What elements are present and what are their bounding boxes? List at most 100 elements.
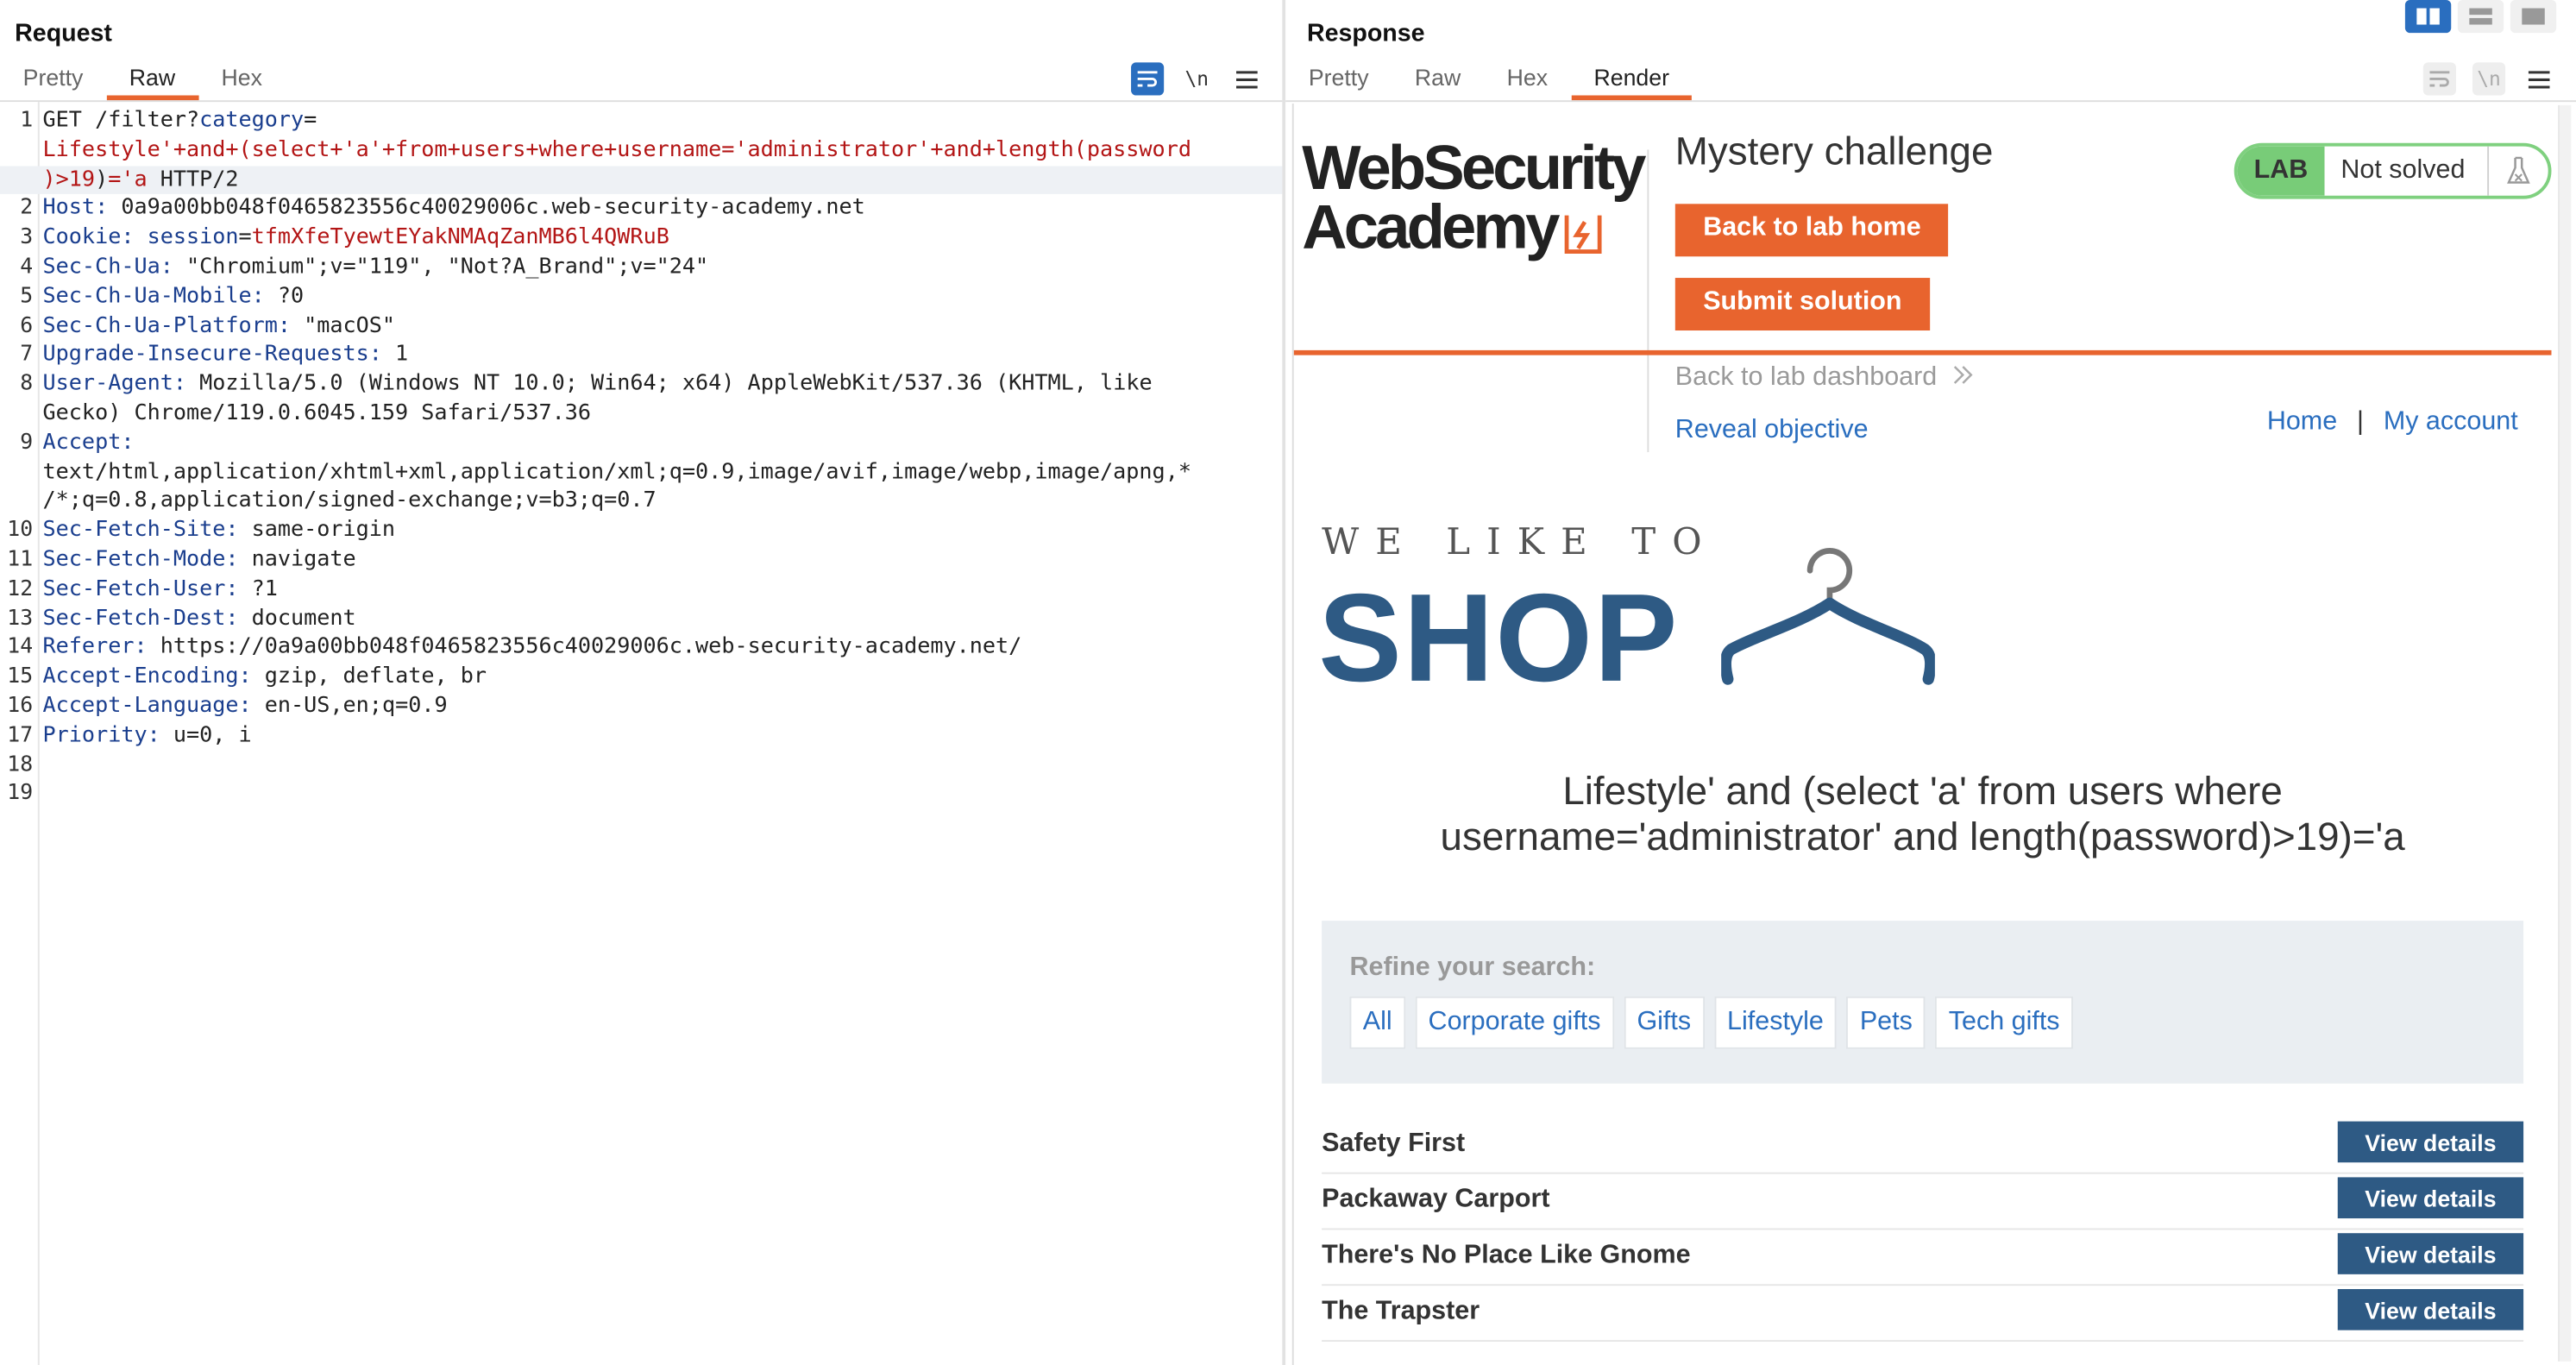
code-line[interactable]: 1 GET /filter?category=: [0, 107, 1282, 136]
view-details-button[interactable]: View details: [2337, 1288, 2524, 1330]
response-tab-render[interactable]: Render: [1570, 61, 1693, 101]
code-line[interactable]: 3 Cookie: session=tfmXfeTyewtEYakNMAqZanM…: [0, 224, 1282, 254]
line-number: 13: [7, 606, 34, 631]
double-chevron-right-icon: [1951, 363, 1974, 391]
code-token: category: [199, 108, 305, 134]
code-token: "macOS": [291, 313, 396, 338]
code-text: GET /filter?category=: [43, 107, 317, 136]
code-line[interactable]: 5 Sec-Ch-Ua-Mobile: ?0: [0, 282, 1282, 311]
code-text: Cookie: session=tfmXfeTyewtEYakNMAqZanMB…: [43, 224, 669, 254]
filter-pets[interactable]: Pets: [1846, 996, 1926, 1049]
filter-tech-gifts[interactable]: Tech gifts: [1935, 996, 2073, 1049]
code-line[interactable]: 4 Sec-Ch-Ua: "Chromium";v="119", "Not?A_B…: [0, 253, 1282, 282]
reveal-objective-link[interactable]: Reveal objective: [1675, 416, 1869, 445]
code-token: en-US,en;q=0.9: [251, 694, 448, 719]
code-line[interactable]: 10 Sec-Fetch-Site: same-origin: [0, 517, 1282, 546]
code-text: Host: 0a9a00bb048f0465823556c40029006c.w…: [43, 195, 865, 224]
back-to-dashboard-link[interactable]: Back to lab dashboard: [1675, 363, 1974, 393]
side-by-side-layout-icon[interactable]: [2404, 0, 2452, 34]
request-tab-hex[interactable]: Hex: [198, 61, 286, 101]
show-newlines-icon[interactable]: \n: [2472, 62, 2506, 96]
code-line[interactable]: 6 Sec-Ch-Ua-Platform: "macOS": [0, 311, 1282, 341]
single-layout-icon[interactable]: [2510, 0, 2557, 34]
nav-my-account-link[interactable]: My account: [2384, 408, 2518, 437]
view-details-button[interactable]: View details: [2337, 1233, 2524, 1274]
code-text: Sec-Fetch-Dest: document: [43, 604, 356, 633]
filter-all[interactable]: All: [1349, 996, 1405, 1049]
logo-line1: WebSecurity: [1302, 135, 1646, 204]
code-line[interactable]: 16 Accept-Language: en-US,en;q=0.9: [0, 692, 1282, 721]
code-token: Sec-Ch-Ua-Mobile:: [42, 284, 265, 309]
code-line[interactable]: 11 Sec-Fetch-Mode: navigate: [0, 546, 1282, 576]
code-line[interactable]: 12 Sec-Fetch-User: ?1: [0, 576, 1282, 605]
show-newlines-icon[interactable]: \n: [1180, 62, 1213, 95]
code-text: Sec-Fetch-Site: same-origin: [43, 517, 396, 546]
filter-gifts[interactable]: Gifts: [1624, 996, 1705, 1049]
wrap-lines-icon[interactable]: [2422, 62, 2456, 96]
code-line[interactable]: text/html,application/xhtml+xml,applicat…: [0, 458, 1282, 488]
code-token: navigate: [238, 547, 356, 573]
code-line[interactable]: 17 Priority: u=0, i: [0, 721, 1282, 751]
response-panel: Response Pretty Raw Hex Render \n WebSec…: [1285, 0, 2576, 1365]
request-tabs: Pretty Raw Hex: [0, 61, 1282, 101]
view-details-button[interactable]: View details: [2337, 1121, 2524, 1163]
response-tab-pretty[interactable]: Pretty: [1285, 61, 1392, 101]
code-token: Sec-Ch-Ua-Platform:: [42, 313, 292, 338]
code-token: Referer:: [42, 635, 148, 660]
code-line[interactable]: /*;q=0.8,application/signed-exchange;v=b…: [0, 488, 1282, 517]
code-token: https://0a9a00bb048f0465823556c40029006c…: [147, 635, 1022, 660]
request-tab-raw[interactable]: Raw: [106, 61, 198, 101]
request-panel: Request Pretty Raw Hex \n 1 GET /filter?c…: [0, 0, 1283, 1365]
stacked-layout-icon[interactable]: [2457, 0, 2504, 34]
code-line[interactable]: Gecko) Chrome/119.0.6045.159 Safari/537.…: [0, 399, 1282, 429]
line-number: 5: [20, 284, 34, 309]
brand-tagline: WE LIKE TO: [1322, 522, 1718, 564]
lab-label: LAB: [2237, 146, 2325, 196]
code-text: Sec-Ch-Ua-Mobile: ?0: [43, 282, 305, 311]
code-line[interactable]: 18: [0, 751, 1282, 780]
code-line[interactable]: 14 Referer: https://0a9a00bb048f046582355…: [0, 633, 1282, 663]
line-number: 19: [7, 781, 34, 807]
line-number: 9: [20, 430, 34, 456]
wrap-lines-icon[interactable]: [1131, 62, 1165, 96]
code-line[interactable]: 9 Accept:: [0, 429, 1282, 458]
refine-search-label: Refine your search:: [1349, 953, 1596, 982]
back-to-lab-home-button[interactable]: Back to lab home: [1674, 204, 1950, 257]
header-vertical-divider: [1647, 149, 1649, 453]
menu-icon[interactable]: [2522, 62, 2554, 95]
filter-lifestyle[interactable]: Lifestyle: [1713, 996, 1838, 1049]
code-line[interactable]: 2 Host: 0a9a00bb048f0465823556c40029006c.…: [0, 195, 1282, 224]
code-line[interactable]: 19: [0, 780, 1282, 809]
product-name: There's No Place Like Gnome: [1322, 1241, 1691, 1270]
line-number: 2: [20, 196, 34, 222]
code-text: Upgrade-Insecure-Requests: 1: [43, 341, 409, 370]
code-token: gzip, deflate, br: [251, 664, 487, 689]
request-editor[interactable]: 1 GET /filter?category= Lifestyle'+and+(se…: [0, 102, 1283, 1365]
view-details-button[interactable]: View details: [2337, 1177, 2524, 1219]
line-number: 15: [7, 664, 34, 689]
code-line[interactable]: 15 Accept-Encoding: gzip, deflate, br: [0, 663, 1282, 692]
web-security-academy-logo[interactable]: WebSecurity Academy: [1302, 135, 1646, 260]
code-line[interactable]: Lifestyle'+and+(select+'a'+from+users+wh…: [0, 136, 1282, 166]
code-token: ): [95, 167, 109, 192]
code-token: Sec-Ch-Ua:: [42, 255, 173, 280]
code-line[interactable]: 8 User-Agent: Mozilla/5.0 (Windows NT 10.…: [0, 370, 1282, 399]
submit-solution-button[interactable]: Submit solution: [1674, 278, 1930, 331]
render-scrollbar[interactable]: [2558, 104, 2572, 1362]
top-nav: Home | My account: [2267, 408, 2518, 437]
filter-corporate-gifts[interactable]: Corporate gifts: [1415, 996, 1614, 1049]
request-tab-pretty[interactable]: Pretty: [0, 61, 106, 101]
product-row: Safety First View details: [1322, 1118, 2524, 1174]
code-token: HTTP/2: [147, 167, 239, 192]
response-tab-hex[interactable]: Hex: [1484, 61, 1571, 101]
code-line[interactable]: )>19)='a HTTP/2: [0, 165, 1283, 195]
code-token: Sec-Fetch-Dest:: [42, 606, 239, 631]
code-token: Sec-Fetch-Mode:: [42, 547, 239, 573]
code-line[interactable]: 7 Upgrade-Insecure-Requests: 1: [0, 341, 1282, 370]
nav-home-link[interactable]: Home: [2267, 408, 2337, 437]
lightning-logo-icon: [1564, 215, 1602, 254]
menu-icon[interactable]: [1229, 62, 1262, 95]
response-tab-raw[interactable]: Raw: [1392, 61, 1484, 101]
line-number: 8: [20, 372, 34, 397]
code-line[interactable]: 13 Sec-Fetch-Dest: document: [0, 604, 1282, 633]
